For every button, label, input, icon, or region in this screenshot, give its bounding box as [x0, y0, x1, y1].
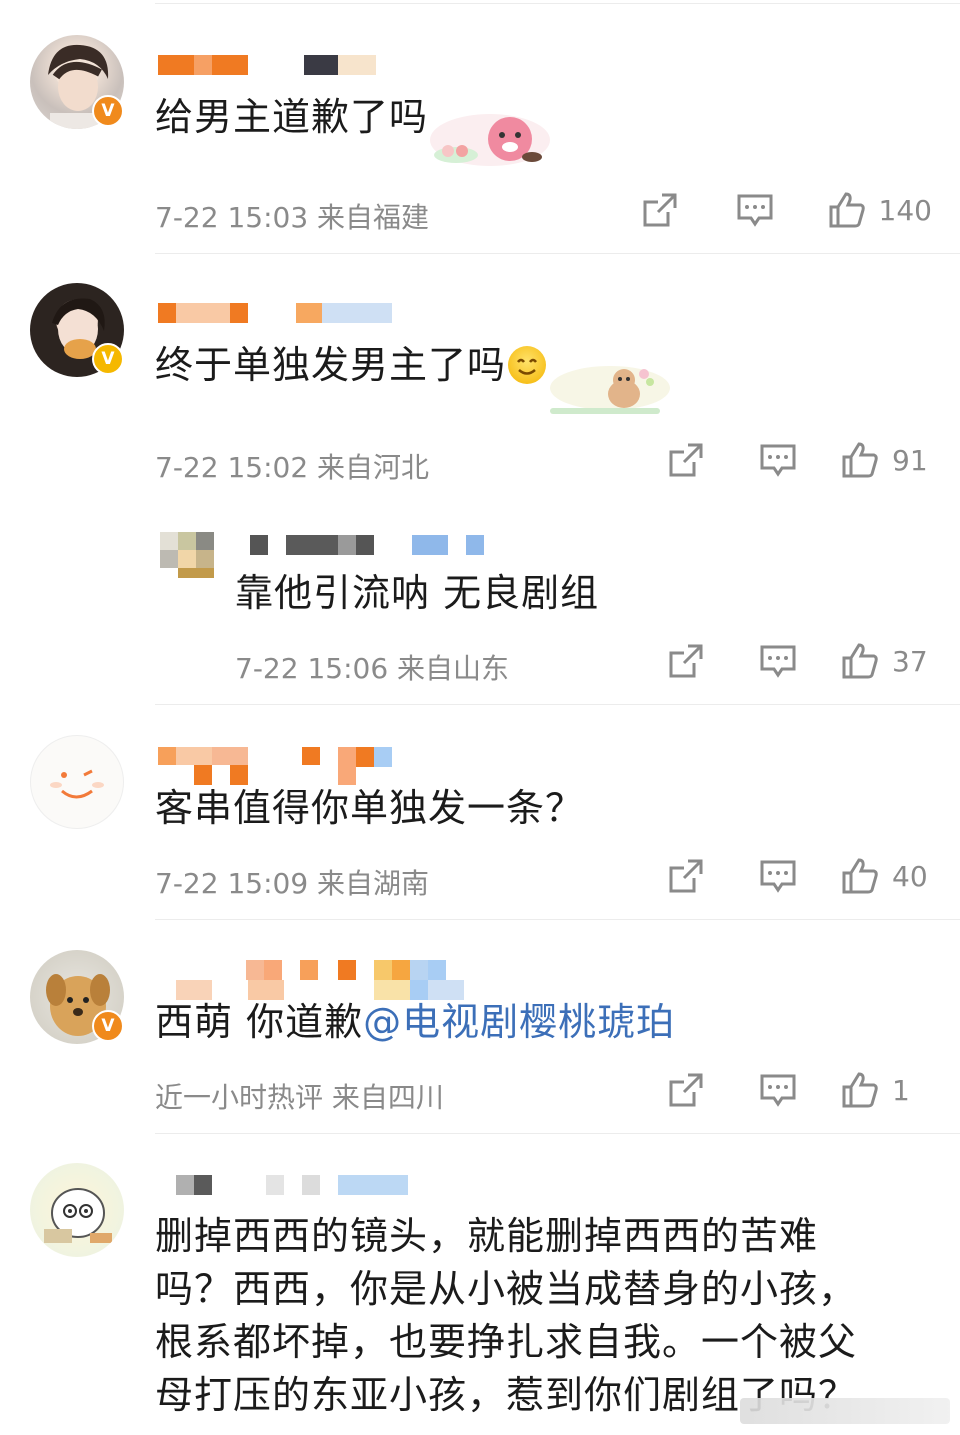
comment-text: 西萌 你道歉@电视剧樱桃琥珀: [155, 997, 675, 1047]
thumbs-up-icon: [842, 442, 878, 478]
thumbs-up-icon: [842, 1072, 878, 1108]
thumbs-up-icon: [829, 192, 865, 228]
comment-meta: 7-22 15:03 来自福建: [155, 201, 430, 234]
username-redacted: [158, 1175, 408, 1195]
comment-meta: 7-22 15:02 来自河北: [155, 451, 430, 484]
like-count: 37: [892, 644, 928, 678]
comment-actions: 1: [666, 1070, 932, 1110]
verified-badge-icon: V: [92, 1010, 124, 1042]
comment-text-line: 吗？西西，你是从小被当成替身的小孩，: [155, 1267, 858, 1311]
reply-actions: 37: [666, 641, 932, 681]
beaver-sticker-icon: [430, 114, 550, 166]
divider: [155, 919, 960, 920]
username-redacted: [158, 55, 376, 75]
like-button[interactable]: 37: [840, 641, 932, 681]
like-count: 140: [878, 193, 932, 227]
divider: [155, 1133, 960, 1134]
comment-actions: 140: [640, 190, 932, 230]
like-count: 91: [892, 443, 928, 477]
comment-text-content: 西萌 你道歉: [155, 1000, 364, 1044]
comment-text-line: 根系都坏掉，也要挣扎求自我。一个被父: [155, 1320, 858, 1364]
comment-icon[interactable]: [758, 641, 798, 681]
avatar[interactable]: V: [30, 35, 124, 129]
thumbs-up-icon: [842, 858, 878, 894]
comment-text-content: 终于单独发男主了吗: [155, 343, 507, 387]
avatar[interactable]: [30, 1163, 124, 1257]
comment-actions: 91: [666, 440, 932, 480]
share-icon[interactable]: [666, 440, 706, 480]
like-button[interactable]: 140: [827, 190, 932, 230]
beaver-party-sticker-icon: [550, 366, 670, 414]
top-divider: [155, 3, 960, 4]
avatar[interactable]: V: [30, 950, 124, 1044]
comment-text: 删掉西西的镜头，就能删掉西西的苦难 吗？西西，你是从小被当成替身的小孩， 根系都…: [155, 1210, 935, 1422]
thumbs-up-icon: [842, 643, 878, 679]
verified-badge-icon: V: [92, 343, 124, 375]
reply-username-redacted: [250, 535, 484, 555]
like-count: 1: [892, 1073, 910, 1107]
share-icon[interactable]: [640, 190, 680, 230]
divider: [155, 253, 960, 254]
like-button[interactable]: 91: [840, 440, 932, 480]
reply-meta: 7-22 15:06 来自山东: [235, 652, 510, 685]
share-icon[interactable]: [666, 856, 706, 896]
avatar[interactable]: [30, 735, 124, 829]
comment-meta: 7-22 15:09 来自湖南: [155, 867, 430, 900]
comment-text-line: 删掉西西的镜头，就能删掉西西的苦难: [155, 1214, 819, 1258]
comment-icon[interactable]: [758, 440, 798, 480]
username-redacted: [158, 747, 392, 767]
divider: [155, 704, 960, 705]
comment-actions: 40: [666, 856, 932, 896]
share-icon[interactable]: [666, 1070, 706, 1110]
like-count: 40: [892, 859, 928, 893]
comment-meta: 近一小时热评 来自四川: [155, 1081, 444, 1114]
like-button[interactable]: 1: [840, 1070, 932, 1110]
mention-link[interactable]: @电视剧樱桃琥珀: [363, 1000, 675, 1044]
comment-icon[interactable]: [758, 1070, 798, 1110]
share-icon[interactable]: [666, 641, 706, 681]
username-redacted: [158, 303, 392, 323]
verified-badge-icon: V: [92, 95, 124, 127]
comment-icon[interactable]: [735, 190, 775, 230]
reply-text: 靠他引流呐 无良剧组: [235, 571, 600, 615]
watermark: [740, 1398, 950, 1424]
like-button[interactable]: 40: [840, 856, 932, 896]
comment-text: 终于单独发男主了吗: [155, 340, 547, 390]
comment-text: 给男主道歉了吗: [155, 95, 429, 139]
comment-icon[interactable]: [758, 856, 798, 896]
comment-text: 客串值得你单独发一条？: [155, 786, 585, 830]
avatar[interactable]: V: [30, 283, 124, 377]
username-redacted: [158, 960, 446, 980]
reply-avatar[interactable]: [160, 522, 216, 578]
username-redacted-row2: [158, 765, 356, 785]
